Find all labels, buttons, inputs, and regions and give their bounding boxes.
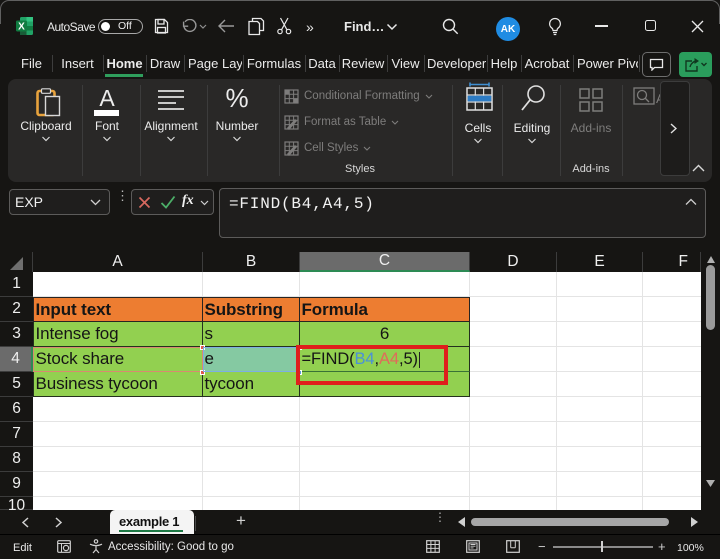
svg-text:X: X <box>18 22 25 33</box>
